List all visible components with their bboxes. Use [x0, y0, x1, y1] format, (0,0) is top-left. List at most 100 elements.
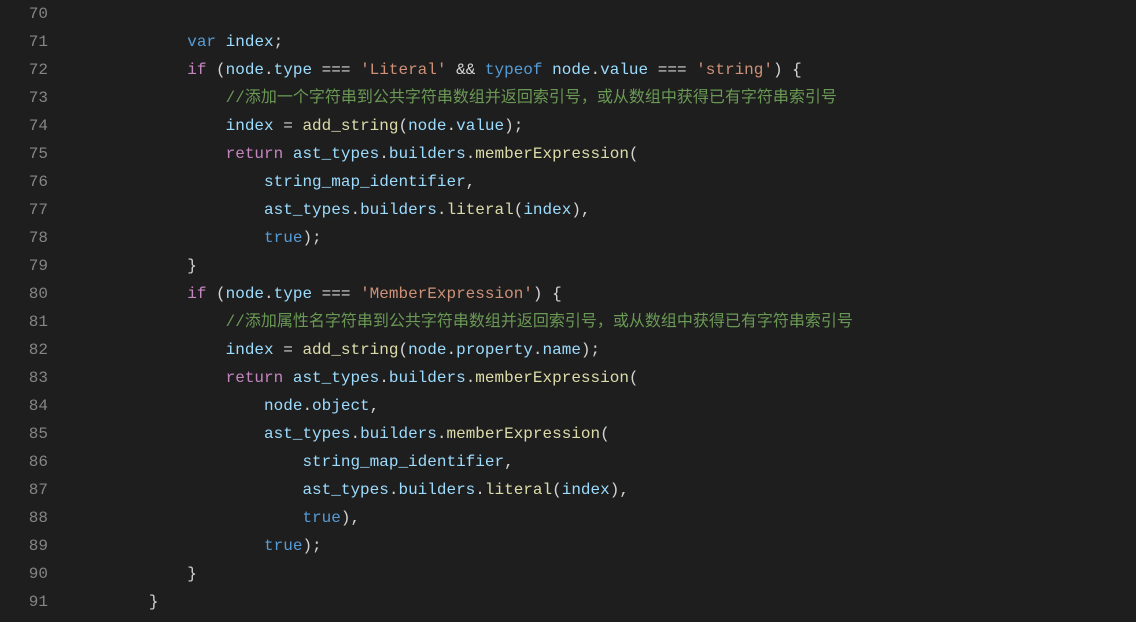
token-ident: string_map_identifier [302, 453, 504, 471]
token-ident: ast_types [293, 145, 379, 163]
token-ident: node [408, 117, 446, 135]
token-pun: ) { [773, 61, 802, 79]
token-k-ctrl: return [226, 369, 284, 387]
indent [72, 425, 264, 443]
token-call: memberExpression [475, 369, 629, 387]
token-prop: type [274, 285, 312, 303]
token-pun: , [504, 453, 514, 471]
token-pun: . [533, 341, 543, 359]
code-line[interactable]: index = add_string(node.property.name); [72, 336, 1136, 364]
line-number: 87 [0, 476, 48, 504]
token-str: 'MemberExpression' [360, 285, 533, 303]
line-number: 78 [0, 224, 48, 252]
token-op: === [312, 285, 360, 303]
code-line[interactable]: true); [72, 532, 1136, 560]
indent [72, 257, 187, 275]
indent [72, 173, 264, 191]
token-k-typeof: typeof [485, 61, 543, 79]
token-call: memberExpression [446, 425, 600, 443]
indent [72, 89, 226, 107]
token-ident: node [552, 61, 590, 79]
code-content[interactable]: var index; if (node.type === 'Literal' &… [68, 0, 1136, 622]
token-pun: ); [581, 341, 600, 359]
code-line[interactable]: index = add_string(node.value); [72, 112, 1136, 140]
code-line[interactable]: if (node.type === 'Literal' && typeof no… [72, 56, 1136, 84]
token-op: === [312, 61, 360, 79]
token-k-ctrl: if [187, 285, 206, 303]
token-str: 'string' [696, 61, 773, 79]
code-line[interactable]: string_map_identifier, [72, 168, 1136, 196]
token-pun: . [379, 145, 389, 163]
indent [72, 5, 187, 23]
code-line[interactable]: } [72, 588, 1136, 616]
token-pun: ); [504, 117, 523, 135]
token-pun: } [149, 593, 159, 611]
token-pun: ), [610, 481, 629, 499]
token-pun: . [466, 145, 476, 163]
code-line[interactable]: ast_types.builders.literal(index), [72, 196, 1136, 224]
token-call: memberExpression [475, 145, 629, 163]
token-ident: ast_types [302, 481, 388, 499]
token-pun [216, 33, 226, 51]
line-number-gutter: 7071727374757677787980818283848586878889… [0, 0, 68, 622]
indent [72, 509, 302, 527]
code-line[interactable]: ast_types.builders.literal(index), [72, 476, 1136, 504]
token-ident: node [264, 397, 302, 415]
token-prop: value [600, 61, 648, 79]
indent [72, 313, 226, 331]
token-op: = [274, 117, 303, 135]
code-line[interactable]: var index; [72, 28, 1136, 56]
line-number: 76 [0, 168, 48, 196]
indent [72, 61, 187, 79]
token-cmt: //添加属性名字符串到公共字符串数组并返回索引号，或从数组中获得已有字符串索引号 [226, 313, 853, 331]
indent [72, 397, 264, 415]
line-number: 72 [0, 56, 48, 84]
token-ident: node [226, 61, 264, 79]
code-line[interactable]: return ast_types.builders.memberExpressi… [72, 364, 1136, 392]
code-line[interactable]: //添加属性名字符串到公共字符串数组并返回索引号，或从数组中获得已有字符串索引号 [72, 308, 1136, 336]
token-ident: index [226, 117, 274, 135]
code-line[interactable]: true); [72, 224, 1136, 252]
line-number: 84 [0, 392, 48, 420]
line-number: 81 [0, 308, 48, 336]
indent [72, 453, 302, 471]
token-pun: . [446, 341, 456, 359]
line-number: 85 [0, 420, 48, 448]
code-line[interactable]: if (node.type === 'MemberExpression') { [72, 280, 1136, 308]
line-number: 75 [0, 140, 48, 168]
code-line[interactable]: //添加一个字符串到公共字符串数组并返回索引号，或从数组中获得已有字符串索引号 [72, 84, 1136, 112]
indent [72, 537, 264, 555]
token-pun [283, 369, 293, 387]
line-number: 89 [0, 532, 48, 560]
token-prop: builders [389, 369, 466, 387]
token-pun: . [264, 285, 274, 303]
token-ident: node [408, 341, 446, 359]
indent [72, 145, 226, 163]
code-line[interactable]: ast_types.builders.memberExpression( [72, 420, 1136, 448]
line-number: 80 [0, 280, 48, 308]
line-number: 90 [0, 560, 48, 588]
code-line[interactable]: return ast_types.builders.memberExpressi… [72, 140, 1136, 168]
code-line[interactable]: } [72, 252, 1136, 280]
line-number: 88 [0, 504, 48, 532]
token-pun [543, 61, 553, 79]
token-pun: . [264, 61, 274, 79]
token-ident: ast_types [264, 201, 350, 219]
code-line[interactable]: node.object, [72, 392, 1136, 420]
code-line[interactable] [72, 0, 1136, 28]
code-line[interactable]: } [72, 560, 1136, 588]
line-number: 70 [0, 0, 48, 28]
token-k-true: true [264, 537, 302, 555]
token-pun: ( [206, 61, 225, 79]
code-line[interactable]: string_map_identifier, [72, 448, 1136, 476]
code-line[interactable]: true), [72, 504, 1136, 532]
token-pun: . [446, 117, 456, 135]
code-editor[interactable]: 7071727374757677787980818283848586878889… [0, 0, 1136, 622]
token-pun: ) { [533, 285, 562, 303]
line-number: 73 [0, 84, 48, 112]
token-pun: } [187, 565, 197, 583]
token-call: add_string [302, 341, 398, 359]
indent [72, 565, 187, 583]
indent [72, 117, 226, 135]
token-pun [283, 145, 293, 163]
